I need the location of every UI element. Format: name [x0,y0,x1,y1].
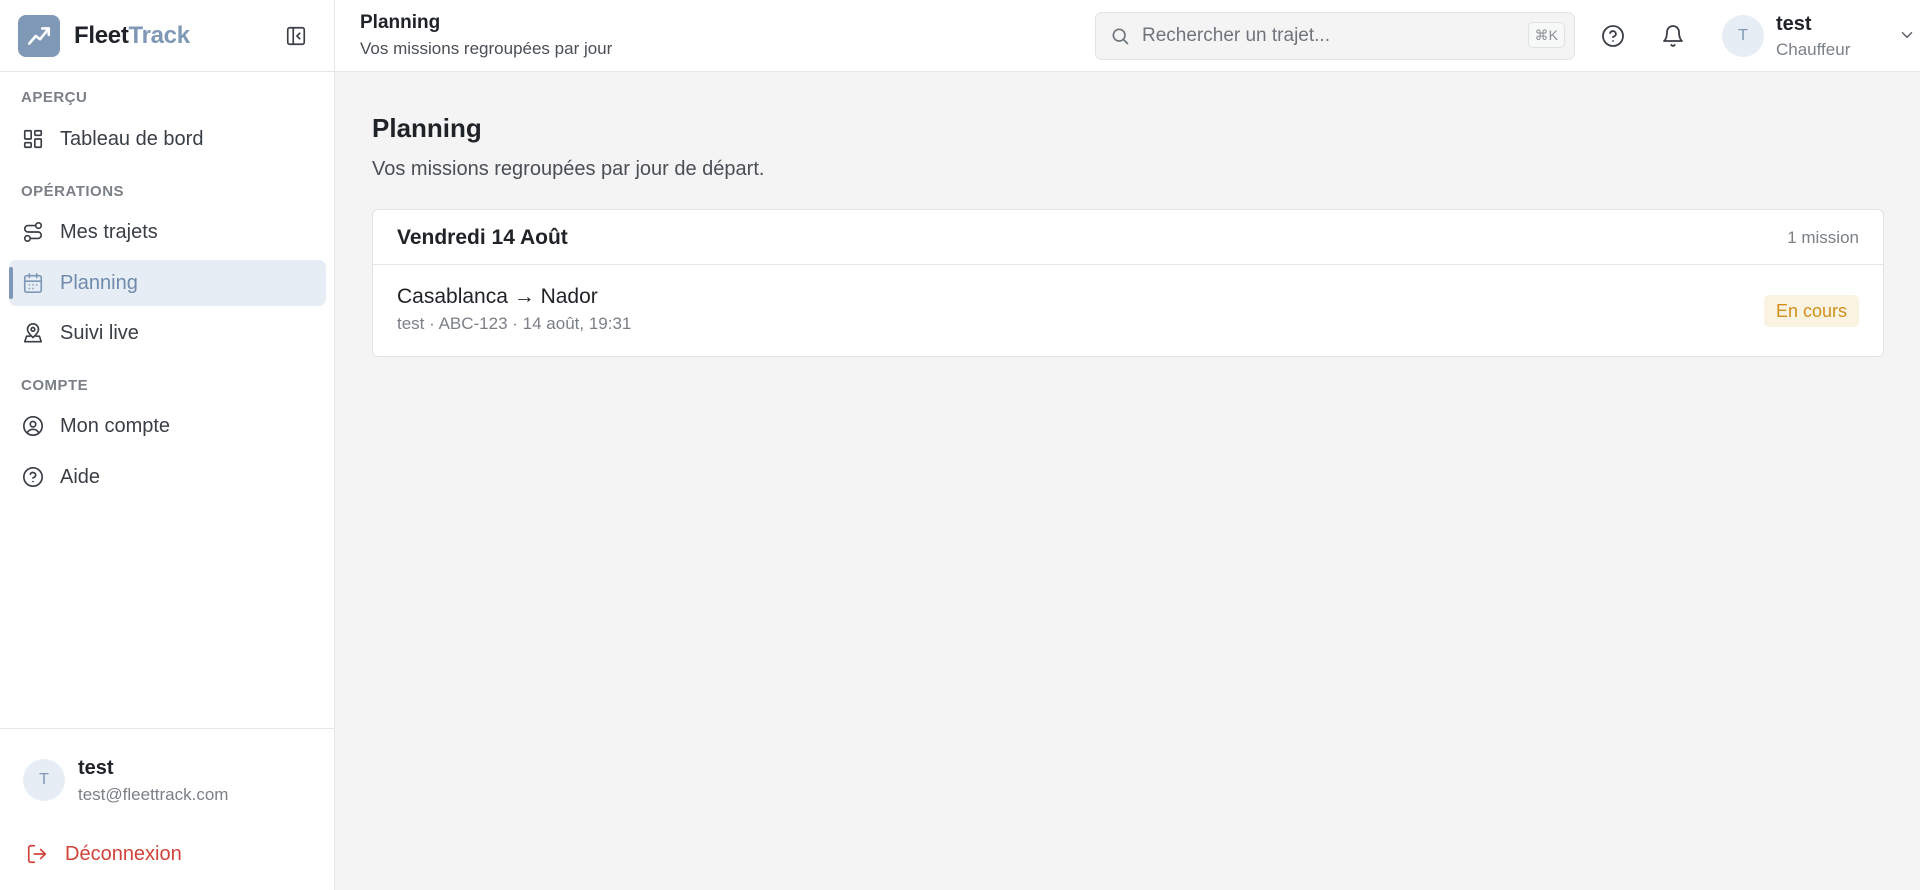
help-circle-icon [21,465,45,489]
sidebar-item-label: Suivi live [60,321,139,344]
route-icon [21,220,45,244]
mission-row[interactable]: Casablanca → Nador test · ABC-123 · 14 a… [373,265,1883,357]
page-title: Planning [372,113,482,143]
mission-count: 1 mission [1787,228,1859,247]
brand-name[interactable]: FleetTrack [74,22,190,50]
sidebar-item-label: Tableau de bord [60,127,204,150]
sidebar-item-suivi-live[interactable]: Suivi live [9,310,326,356]
user-role: Chauffeur [1776,40,1851,59]
status-badge: En cours [1763,295,1859,327]
calendar-icon [21,271,45,295]
bell-icon [1663,25,1683,47]
avatar: T [23,759,65,801]
trending-up-icon [18,14,60,57]
user-circle-icon [21,414,45,438]
nav-section-apercu: APERÇU [21,89,88,106]
brand-name-part2: Track [128,21,191,49]
chevron-down-icon [1901,32,1913,38]
user-name: test [1776,13,1812,35]
footer-user-email: test@fleettrack.com [78,785,229,804]
nav-section-compte: COMPTE [21,377,89,394]
header-title: Planning [360,12,441,33]
mission-meta: test · ABC-123 · 14 août, 19:31 [397,314,632,333]
search-shortcut-badge: ⌘K [1527,22,1565,48]
help-button[interactable] [1599,22,1627,50]
sidebar-item-label: Planning [60,271,138,294]
sidebar-item-label: Mon compte [60,414,171,437]
search-input[interactable] [1142,25,1502,47]
sidebar-footer: T test test@fleettrack.com Déconnexion [0,728,335,890]
search-box[interactable]: ⌘K [1095,12,1575,60]
sidebar-item-label: Mes trajets [60,220,158,243]
sidebar-collapse-button[interactable] [284,24,308,48]
sidebar-item-mon-compte[interactable]: Mon compte [9,403,326,449]
footer-user-name: test [78,757,114,779]
avatar: T [1722,15,1764,57]
help-circle-icon [1602,25,1624,47]
user-menu[interactable]: T test Chauffeur [1722,10,1913,62]
top-header: Planning Vos missions regroupées par jou… [335,0,1920,72]
sidebar-item-planning[interactable]: Planning [9,260,326,306]
notifications-button[interactable] [1659,22,1687,50]
layout-grid-icon [21,127,45,151]
sidebar-item-tableau-de-bord[interactable]: Tableau de bord [9,116,326,162]
day-group-title: Vendredi 14 Août [397,226,568,249]
mission-route: Casablanca → Nador [397,285,598,308]
sidebar-collapse-icon [286,26,306,46]
day-group-header: Vendredi 14 Août 1 mission [373,210,1883,265]
brand-name-part1: Fleet [74,21,129,49]
sidebar: FleetTrack APERÇU Tableau de bord OPÉRAT… [0,0,335,890]
sidebar-item-mes-trajets[interactable]: Mes trajets [9,209,326,255]
page-subtitle: Vos missions regroupées par jour de dépa… [372,158,765,180]
search-icon [1112,28,1129,45]
log-out-icon [27,844,47,864]
header-subtitle: Vos missions regroupées par jour [360,39,613,58]
nav-section-operations: OPÉRATIONS [21,183,125,200]
sidebar-item-label: Aide [60,465,101,488]
logout-label: Déconnexion [65,842,182,865]
map-pin-user-icon [21,321,45,345]
brand-bar: FleetTrack [0,0,334,72]
sidebar-item-aide[interactable]: Aide [9,454,326,500]
logout-button[interactable]: Déconnexion [16,834,316,874]
day-group-card: Vendredi 14 Août 1 mission Casablanca → … [372,209,1884,357]
